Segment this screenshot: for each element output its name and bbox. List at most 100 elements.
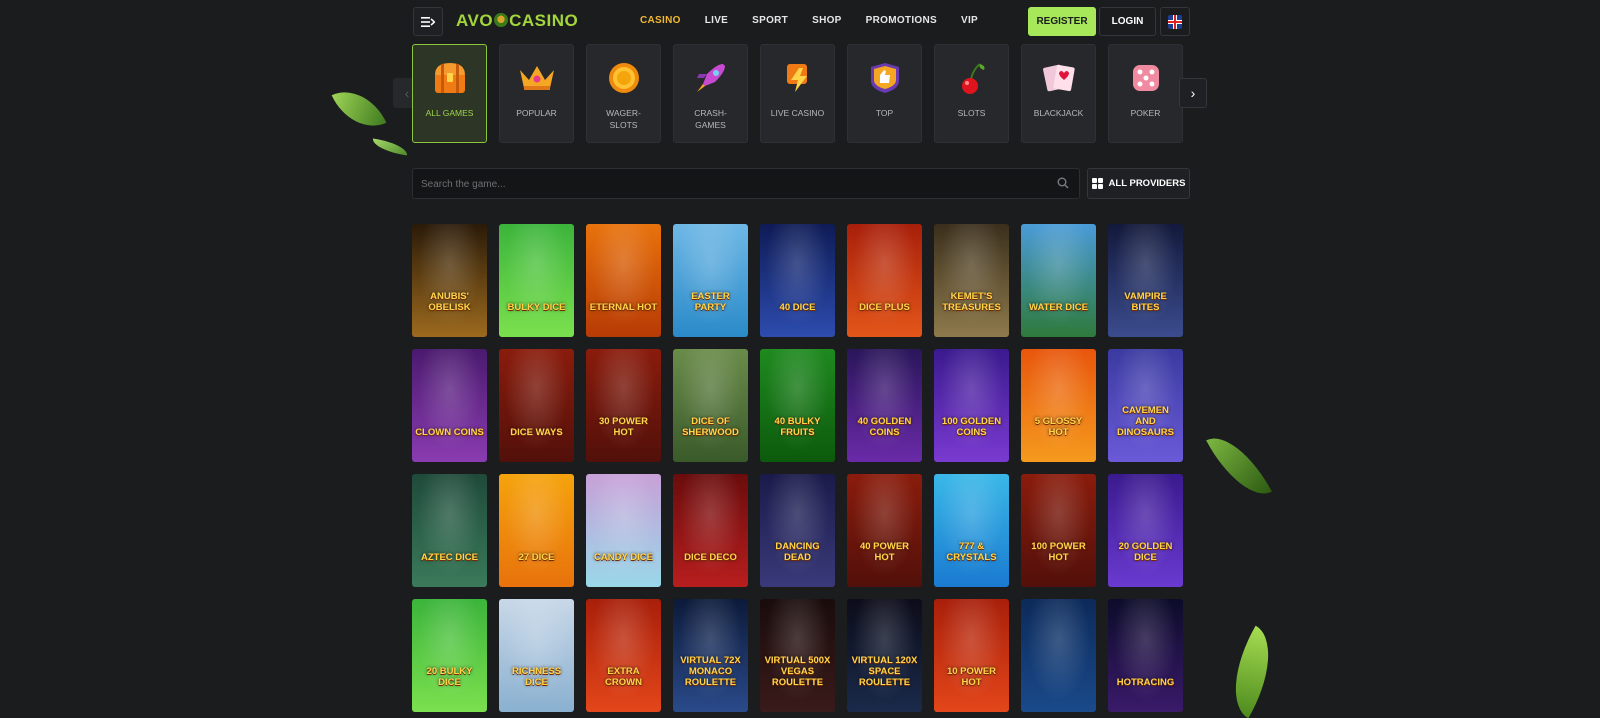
game-title: 20 BULKY DICE <box>426 666 473 688</box>
nav-live[interactable]: LIVE <box>705 15 728 26</box>
game-tile[interactable]: CANDY DICE <box>586 474 661 587</box>
game-tile[interactable]: DICE OF SHERWOOD <box>673 349 748 462</box>
game-tile[interactable]: DANCING DEAD <box>760 474 835 587</box>
category-label: LIVE CASINO <box>770 108 825 118</box>
category-label: WAGER- SLOTS <box>606 108 641 130</box>
thumbs-up-badge-icon <box>865 58 905 98</box>
treasure-chest-icon <box>430 58 470 98</box>
game-tile[interactable]: 40 GOLDEN COINS <box>847 349 922 462</box>
all-providers-button[interactable]: ALL PROVIDERS <box>1087 168 1190 199</box>
categories-next-button[interactable]: › <box>1179 78 1207 108</box>
game-tile[interactable]: EXTRA CROWN <box>586 599 661 712</box>
rocket-icon <box>691 58 731 98</box>
category-label: SLOTS <box>957 108 986 118</box>
nav-promotions[interactable]: PROMOTIONS <box>866 15 937 26</box>
game-tile[interactable]: RICHNESS DICE <box>499 599 574 712</box>
game-title: KEMET'S TREASURES <box>942 291 1001 313</box>
category-label: TOP <box>875 108 894 118</box>
category-wager-slots[interactable]: WAGER- SLOTS <box>586 44 661 143</box>
game-title: CANDY DICE <box>594 552 653 563</box>
game-tile[interactable]: HOTRACING <box>1108 599 1183 712</box>
nav-shop[interactable]: SHOP <box>812 15 842 26</box>
game-tile[interactable]: KEMET'S TREASURES <box>934 224 1009 337</box>
game-tile[interactable]: ETERNAL HOT <box>586 224 661 337</box>
category-all-games[interactable]: ALL GAMES <box>412 44 487 143</box>
game-title: DICE WAYS <box>510 427 563 438</box>
dice-icon <box>1126 58 1166 98</box>
menu-arrow-icon <box>421 16 435 27</box>
game-title: 30 POWER HOT <box>598 416 649 438</box>
crown-icon <box>517 58 557 98</box>
register-button[interactable]: REGISTER <box>1028 7 1096 36</box>
game-tile[interactable]: 40 POWER HOT <box>847 474 922 587</box>
game-tile[interactable]: 27 DICE <box>499 474 574 587</box>
game-tile[interactable]: CLOWN COINS <box>412 349 487 462</box>
logo[interactable]: AVO CASINO <box>456 11 578 31</box>
game-title: 40 BULKY FRUITS <box>774 416 821 438</box>
coin-icon <box>604 58 644 98</box>
game-tile[interactable]: ANUBIS' OBELISK <box>412 224 487 337</box>
game-tile[interactable]: DICE DECO <box>673 474 748 587</box>
category-label: CRASH- GAMES <box>694 108 727 130</box>
game-tile[interactable]: VIRTUAL 500X VEGAS ROULETTE <box>760 599 835 712</box>
game-title: 40 POWER HOT <box>859 541 910 563</box>
game-title: 777 & CRYSTALS <box>946 541 997 563</box>
menu-toggle-button[interactable] <box>413 7 443 36</box>
game-title: EXTRA CROWN <box>605 666 642 688</box>
game-tile[interactable]: WATER DICE <box>1021 224 1096 337</box>
game-title: RICHNESS DICE <box>511 666 562 688</box>
category-top[interactable]: TOP <box>847 44 922 143</box>
game-tile[interactable]: AZTEC DICE <box>412 474 487 587</box>
login-button[interactable]: LOGIN <box>1099 7 1156 36</box>
leaf-decoration <box>331 79 387 139</box>
category-popular[interactable]: POPULAR <box>499 44 574 143</box>
game-tile[interactable]: 40 DICE <box>760 224 835 337</box>
game-tile[interactable]: 40 BULKY FRUITS <box>760 349 835 462</box>
game-tile[interactable]: 30 POWER HOT <box>586 349 661 462</box>
nav-casino[interactable]: CASINO <box>640 15 681 26</box>
cards-icon <box>1039 58 1079 98</box>
game-tile[interactable]: DICE WAYS <box>499 349 574 462</box>
game-tile[interactable] <box>1021 599 1096 712</box>
category-slots[interactable]: SLOTS <box>934 44 1009 143</box>
game-tile[interactable]: 100 POWER HOT <box>1021 474 1096 587</box>
game-tile[interactable]: CAVEMEN AND DINOSAURS <box>1108 349 1183 462</box>
category-label: BLACKJACK <box>1033 108 1084 118</box>
category-crash-games[interactable]: CRASH- GAMES <box>673 44 748 143</box>
category-live-casino[interactable]: LIVE CASINO <box>760 44 835 143</box>
game-tile[interactable]: BULKY DICE <box>499 224 574 337</box>
category-bar: ALL GAMES POPULAR WAGER- SLOTS CRASH- GAMES… <box>412 44 1183 143</box>
game-title: BULKY DICE <box>507 302 566 313</box>
game-title: WATER DICE <box>1029 302 1088 313</box>
nav-vip[interactable]: VIP <box>961 15 978 26</box>
game-tile[interactable]: VIRTUAL 72X MONACO ROULETTE <box>673 599 748 712</box>
game-title: ETERNAL HOT <box>589 302 658 313</box>
game-search <box>412 168 1080 200</box>
game-title: CAVEMEN AND DINOSAURS <box>1116 405 1174 438</box>
search-input[interactable] <box>413 169 1043 200</box>
game-title: 10 POWER HOT <box>946 666 997 688</box>
game-tile[interactable]: 100 GOLDEN COINS <box>934 349 1009 462</box>
game-tile[interactable]: 777 & CRYSTALS <box>934 474 1009 587</box>
language-selector[interactable] <box>1160 7 1190 36</box>
game-tile[interactable]: 20 GOLDEN DICE <box>1108 474 1183 587</box>
search-icon[interactable] <box>1057 177 1069 189</box>
game-tile[interactable]: 5 GLOSSY HOT <box>1021 349 1096 462</box>
game-tile[interactable]: 10 POWER HOT <box>934 599 1009 712</box>
game-title: 27 DICE <box>518 552 555 563</box>
game-tile[interactable]: VAMPIRE BITES <box>1108 224 1183 337</box>
game-title: 40 GOLDEN COINS <box>857 416 912 438</box>
game-tile[interactable]: VIRTUAL 120X SPACE ROULETTE <box>847 599 922 712</box>
game-tile[interactable]: 20 BULKY DICE <box>412 599 487 712</box>
nav-sport[interactable]: SPORT <box>752 15 788 26</box>
all-providers-label: ALL PROVIDERS <box>1108 178 1186 189</box>
category-poker[interactable]: POKER <box>1108 44 1183 143</box>
game-title: EASTER PARTY <box>691 291 730 313</box>
leaf-decoration <box>1206 424 1272 508</box>
game-title: VAMPIRE BITES <box>1124 291 1167 313</box>
game-tile[interactable]: DICE PLUS <box>847 224 922 337</box>
category-label: ALL GAMES <box>425 108 474 118</box>
category-blackjack[interactable]: BLACKJACK <box>1021 44 1096 143</box>
game-title: 5 GLOSSY HOT <box>1034 416 1083 438</box>
game-tile[interactable]: EASTER PARTY <box>673 224 748 337</box>
